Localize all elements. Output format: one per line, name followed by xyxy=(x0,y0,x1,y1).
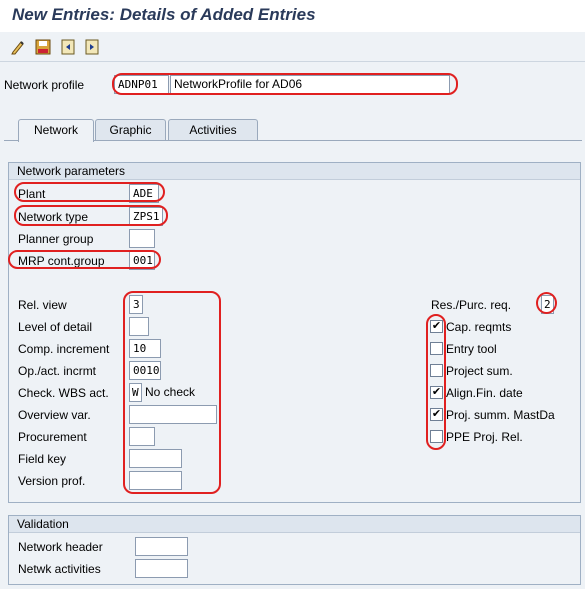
level-of-detail-input[interactable] xyxy=(129,317,149,336)
network-type-label: Network type xyxy=(18,210,89,224)
version-prof-input[interactable] xyxy=(129,471,182,490)
application-toolbar xyxy=(0,32,585,62)
check-wbs-act-label: Check. WBS act. xyxy=(18,386,109,400)
checkbox-label: Project sum. xyxy=(446,364,513,378)
checkbox-label: Entry tool xyxy=(446,342,497,356)
checkbox-label: Cap. reqmts xyxy=(446,320,512,334)
checkbox[interactable] xyxy=(430,342,443,355)
next-entry-icon[interactable] xyxy=(84,39,100,55)
plant-label: Plant xyxy=(18,187,46,201)
comp-increment-input[interactable]: 10 xyxy=(129,339,161,358)
check-wbs-act-description: No check xyxy=(145,385,196,399)
checkbox[interactable] xyxy=(430,430,443,443)
version-prof-label: Version prof. xyxy=(18,474,86,488)
checkbox-label: PPE Proj. Rel. xyxy=(446,430,523,444)
op-act-incrmt-input[interactable]: 0010 xyxy=(129,361,161,380)
network-parameters-title: Network parameters xyxy=(9,163,580,180)
change-icon[interactable] xyxy=(10,39,26,55)
level-of-detail-label: Level of detail xyxy=(18,320,93,334)
previous-entry-icon[interactable] xyxy=(60,39,76,55)
network-profile-description: NetworkProfile for AD06 xyxy=(170,75,450,94)
rel-view-input[interactable]: 3 xyxy=(129,295,143,314)
checkbox[interactable]: ✔ xyxy=(430,320,443,333)
planner-group-label: Planner group xyxy=(18,232,94,246)
checkbox[interactable] xyxy=(430,364,443,377)
comp-increment-label: Comp. increment xyxy=(18,342,110,356)
network-profile-input[interactable]: ADNP01 xyxy=(114,75,169,94)
overview-var-input[interactable] xyxy=(129,405,217,424)
page-title: New Entries: Details of Added Entries xyxy=(12,5,316,24)
plant-input[interactable]: ADE xyxy=(129,184,159,203)
save-icon[interactable] xyxy=(35,39,51,55)
res-purc-req-input[interactable]: 2 xyxy=(541,295,554,314)
netwk-activities-input[interactable] xyxy=(135,559,188,578)
tab-network[interactable]: Network xyxy=(18,119,94,142)
network-profile-label: Network profile xyxy=(4,78,85,92)
check-wbs-act-input[interactable]: W xyxy=(129,383,142,402)
checkmark-icon: ✔ xyxy=(431,408,442,420)
checkmark-icon: ✔ xyxy=(431,320,442,332)
validation-title: Validation xyxy=(9,516,580,533)
overview-var-label: Overview var. xyxy=(18,408,91,422)
netwk-activities-label: Netwk activities xyxy=(18,562,101,576)
network-header-input[interactable] xyxy=(135,537,188,556)
tab-activities[interactable]: Activities xyxy=(168,119,258,141)
checkbox-label: Proj. summ. MastDa xyxy=(446,408,555,422)
op-act-incrmt-label: Op./act. incrmt xyxy=(18,364,97,378)
field-key-input[interactable] xyxy=(129,449,182,468)
planner-group-input[interactable] xyxy=(129,229,155,248)
checkbox[interactable]: ✔ xyxy=(430,386,443,399)
tab-graphic[interactable]: Graphic xyxy=(95,119,166,141)
checkbox[interactable]: ✔ xyxy=(430,408,443,421)
network-type-input[interactable]: ZPS1 xyxy=(129,207,163,226)
procurement-label: Procurement xyxy=(18,430,87,444)
field-key-label: Field key xyxy=(18,452,67,466)
mrp-cont-group-label: MRP cont.group xyxy=(18,254,105,268)
rel-view-label: Rel. view xyxy=(18,298,67,312)
checkbox-label: Align.Fin. date xyxy=(446,386,523,400)
procurement-input[interactable] xyxy=(129,427,155,446)
res-purc-req-label: Res./Purc. req. xyxy=(431,298,512,312)
network-header-label: Network header xyxy=(18,540,103,554)
title-bar: New Entries: Details of Added Entries xyxy=(0,0,585,32)
checkmark-icon: ✔ xyxy=(431,386,442,398)
mrp-cont-group-input[interactable]: 001 xyxy=(129,251,155,270)
